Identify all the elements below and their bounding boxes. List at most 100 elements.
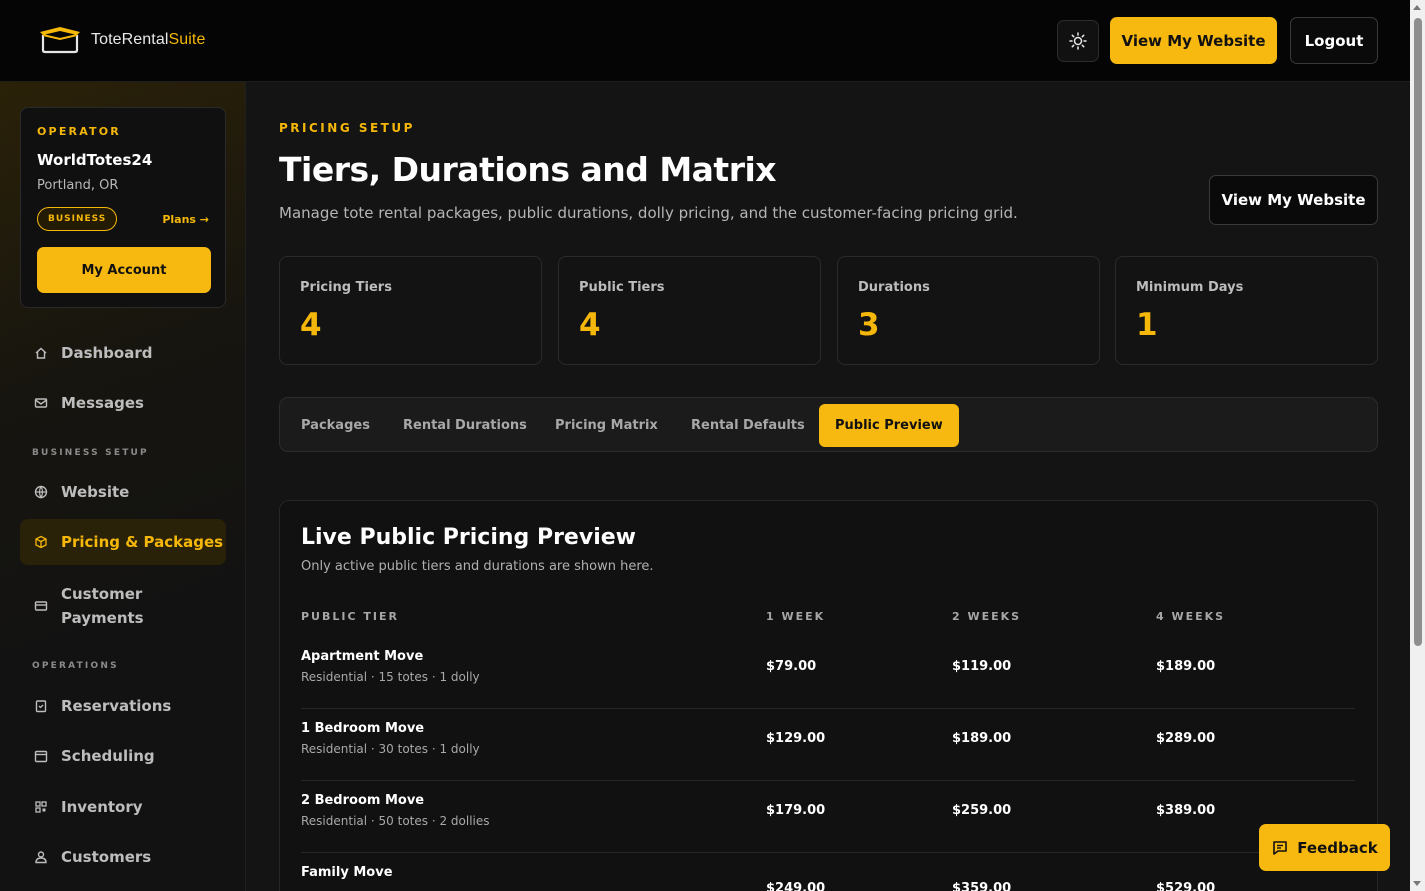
table-row: 1 Bedroom Move Residential · 30 totes · … <box>301 709 1355 781</box>
tab-pricing-matrix[interactable]: Pricing Matrix <box>539 404 674 447</box>
my-account-button[interactable]: My Account <box>37 247 211 293</box>
theme-toggle-button[interactable] <box>1057 20 1099 62</box>
main-content: PRICING SETUP Tiers, Durations and Matri… <box>246 82 1410 891</box>
scroll-down-icon[interactable] <box>1413 881 1421 886</box>
table-row: 2 Bedroom Move Residential · 50 totes · … <box>301 781 1355 853</box>
tier-description: Residential · 30 totes · 1 dolly <box>301 742 480 756</box>
package-icon <box>35 535 47 549</box>
operator-label: OPERATOR <box>37 125 121 138</box>
sidebar-item-label: Pricing & Packages <box>61 533 224 551</box>
column-header-tier: PUBLIC TIER <box>301 610 399 623</box>
price-cell: $529.00 <box>1156 881 1216 891</box>
stat-value: 1 <box>1136 307 1158 343</box>
logo-text: ToteRentalSuite <box>91 31 206 48</box>
mail-icon <box>34 398 48 408</box>
sidebar-item-pricing[interactable]: Pricing & Packages <box>20 519 226 565</box>
plans-link[interactable]: Plans → <box>162 213 209 226</box>
price-cell: $259.00 <box>952 803 1012 818</box>
column-header-2-weeks: 2 WEEKS <box>952 610 1022 623</box>
tab-public-preview[interactable]: Public Preview <box>819 404 959 447</box>
tab-rental-defaults[interactable]: Rental Defaults <box>675 404 821 447</box>
sidebar-item-label: Reservations <box>61 697 172 715</box>
globe-icon <box>34 485 48 499</box>
sun-icon <box>1069 32 1087 50</box>
page-eyebrow: PRICING SETUP <box>279 121 415 135</box>
sidebar-item-label: Messages <box>61 394 144 412</box>
sidebar-item-messages[interactable]: Messages <box>20 381 226 425</box>
price-cell: $119.00 <box>952 659 1012 674</box>
scroll-up-icon[interactable] <box>1413 5 1421 10</box>
stat-label: Minimum Days <box>1136 280 1244 295</box>
page-subtitle: Manage tote rental packages, public dura… <box>279 204 1018 222</box>
feedback-label: Feedback <box>1297 838 1378 857</box>
tier-name: Family Move <box>301 865 393 880</box>
table-row: Apartment Move Residential · 15 totes · … <box>301 637 1355 709</box>
preview-title: Live Public Pricing Preview <box>301 525 636 550</box>
price-cell: $249.00 <box>766 881 826 891</box>
clipboard-icon <box>35 700 47 713</box>
feedback-button[interactable]: Feedback <box>1259 824 1390 871</box>
operator-name: WorldTotes24 <box>37 151 153 169</box>
stat-card-minimum-days: Minimum Days 1 <box>1115 256 1378 365</box>
calendar-icon <box>34 750 48 763</box>
pricing-tabs: Packages Rental Durations Pricing Matrix… <box>279 397 1378 452</box>
stat-label: Durations <box>858 280 930 295</box>
price-cell: $389.00 <box>1156 803 1216 818</box>
top-bar: ToteRentalSuite View My Website Logout <box>0 0 1410 82</box>
preview-subtitle: Only active public tiers and durations a… <box>301 559 654 574</box>
stat-label: Public Tiers <box>579 280 665 295</box>
tier-name: 1 Bedroom Move <box>301 721 425 736</box>
sidebar-item-label: Scheduling <box>61 747 155 765</box>
operator-card: OPERATOR WorldTotes24 Portland, OR BUSIN… <box>20 107 226 308</box>
price-cell: $179.00 <box>766 803 826 818</box>
tier-description: Residential · 15 totes · 1 dolly <box>301 670 480 684</box>
tier-name: 2 Bedroom Move <box>301 793 425 808</box>
page-title: Tiers, Durations and Matrix <box>279 150 777 189</box>
plan-badge: BUSINESS <box>37 207 118 231</box>
view-website-button[interactable]: View My Website <box>1209 175 1378 225</box>
sidebar-item-inventory[interactable]: Inventory <box>20 785 226 829</box>
public-pricing-preview: Live Public Pricing Preview Only active … <box>279 500 1378 891</box>
sidebar-item-label: Customer Payments <box>61 585 144 627</box>
sidebar-item-label: Dashboard <box>61 344 153 362</box>
sidebar-item-dashboard[interactable]: Dashboard <box>20 331 226 375</box>
sidebar-item-customer-payments[interactable]: Customer Payments <box>20 578 226 634</box>
sidebar-item-reservations[interactable]: Reservations <box>20 684 226 728</box>
price-cell: $129.00 <box>766 731 826 746</box>
price-cell: $289.00 <box>1156 731 1216 746</box>
tote-box-icon <box>40 27 80 54</box>
nav-section-business-setup: BUSINESS SETUP <box>32 448 149 458</box>
sidebar-item-customers[interactable]: Customers <box>20 835 226 879</box>
nav-section-operations: OPERATIONS <box>32 661 119 671</box>
sidebar-item-label: Inventory <box>61 798 143 816</box>
price-cell: $359.00 <box>952 881 1012 891</box>
sidebar: OPERATOR WorldTotes24 Portland, OR BUSIN… <box>0 82 246 891</box>
stat-label: Pricing Tiers <box>300 280 392 295</box>
price-cell: $79.00 <box>766 659 817 674</box>
chat-icon <box>1273 840 1288 855</box>
operator-location: Portland, OR <box>37 178 119 193</box>
column-header-1-week: 1 WEEK <box>766 610 826 623</box>
tier-name: Apartment Move <box>301 649 424 664</box>
users-icon <box>35 851 47 864</box>
stat-card-public-tiers: Public Tiers 4 <box>558 256 821 365</box>
scroll-thumb[interactable] <box>1414 18 1422 646</box>
page-scrollbar[interactable] <box>1410 0 1425 891</box>
qr-grid-icon <box>35 801 47 813</box>
table-row: Family Move $249.00 $359.00 $529.00 <box>301 853 1355 891</box>
price-cell: $189.00 <box>1156 659 1216 674</box>
stat-value: 3 <box>858 307 880 343</box>
header-view-website-button[interactable]: View My Website <box>1110 17 1277 64</box>
sidebar-item-website[interactable]: Website <box>20 470 226 514</box>
stat-card-durations: Durations 3 <box>837 256 1100 365</box>
stat-value: 4 <box>579 307 601 343</box>
sidebar-item-label: Customers <box>61 848 152 866</box>
price-cell: $189.00 <box>952 731 1012 746</box>
sidebar-item-scheduling[interactable]: Scheduling <box>20 734 226 778</box>
logout-button[interactable]: Logout <box>1290 17 1378 64</box>
sidebar-item-label: Website <box>61 483 130 501</box>
app-logo[interactable]: ToteRentalSuite <box>37 26 205 54</box>
tab-rental-durations[interactable]: Rental Durations <box>387 404 543 447</box>
tab-packages[interactable]: Packages <box>285 404 386 447</box>
tier-description: Residential · 50 totes · 2 dollies <box>301 814 490 828</box>
